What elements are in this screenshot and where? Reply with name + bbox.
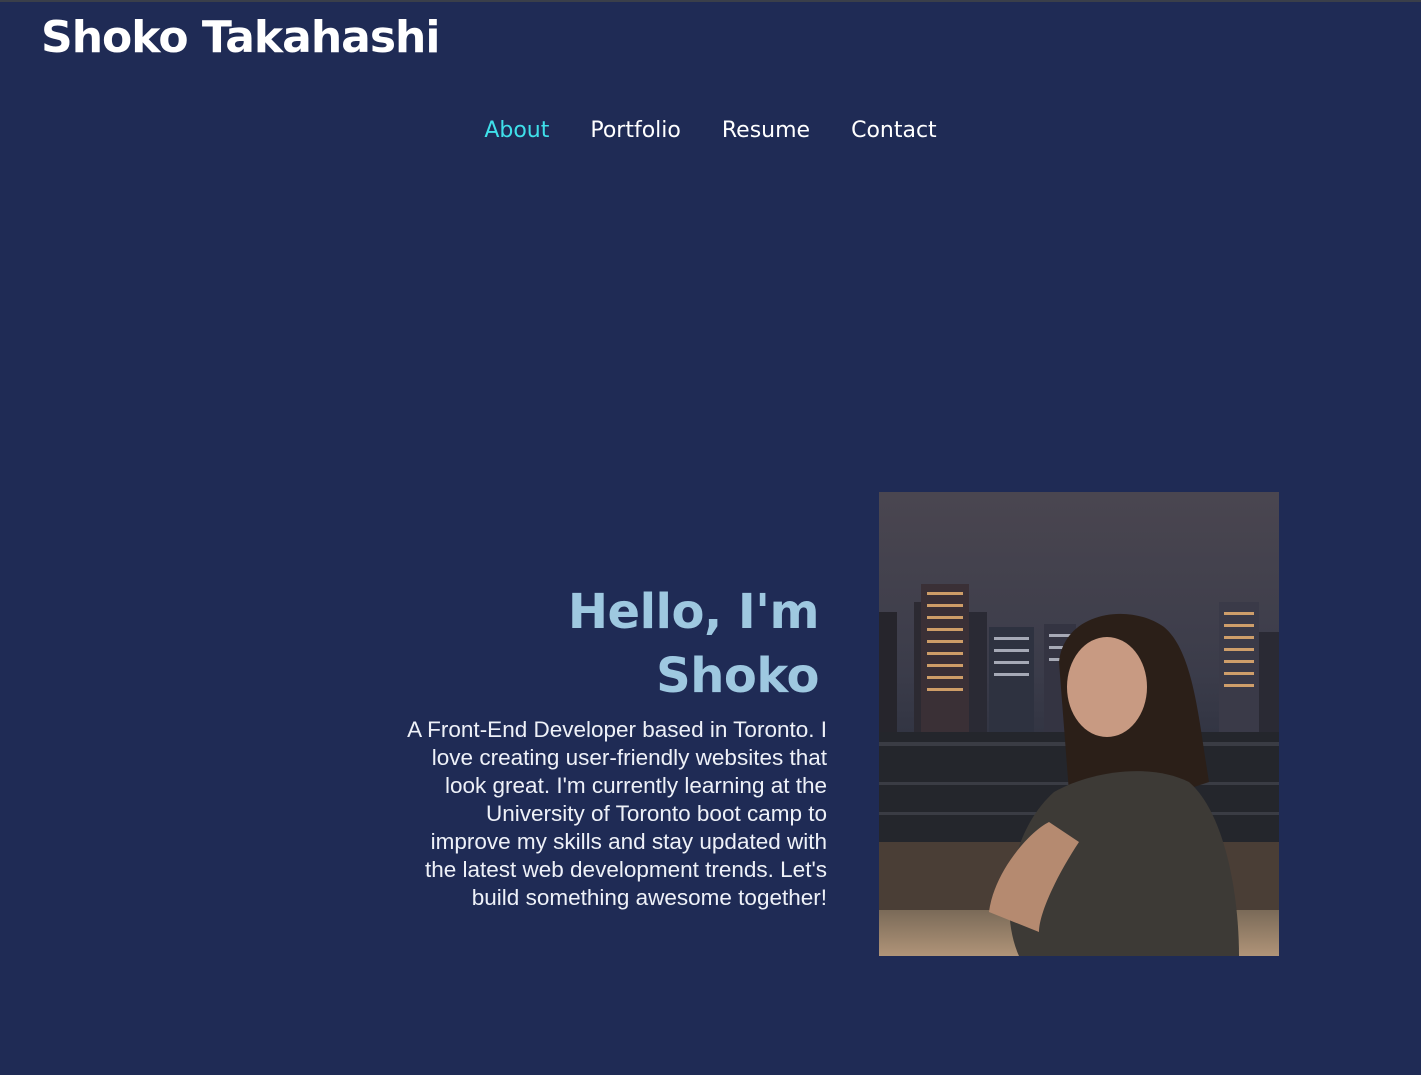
about-intro: Hello, I'm Shoko A Front-End Developer b… [400,580,827,912]
nav-link-portfolio[interactable]: Portfolio [590,115,681,147]
main-nav: About Portfolio Resume Contact [0,115,1421,147]
nav-link-resume[interactable]: Resume [722,115,810,147]
nav-link-contact[interactable]: Contact [851,115,937,147]
greeting-heading: Hello, I'm Shoko [567,584,820,704]
profile-photo [879,492,1279,956]
nav-link-about[interactable]: About [484,115,549,147]
top-border [0,0,1421,2]
bio-text: A Front-End Developer based in Toronto. … [407,717,827,910]
site-title: Shoko Takahashi [41,12,440,63]
